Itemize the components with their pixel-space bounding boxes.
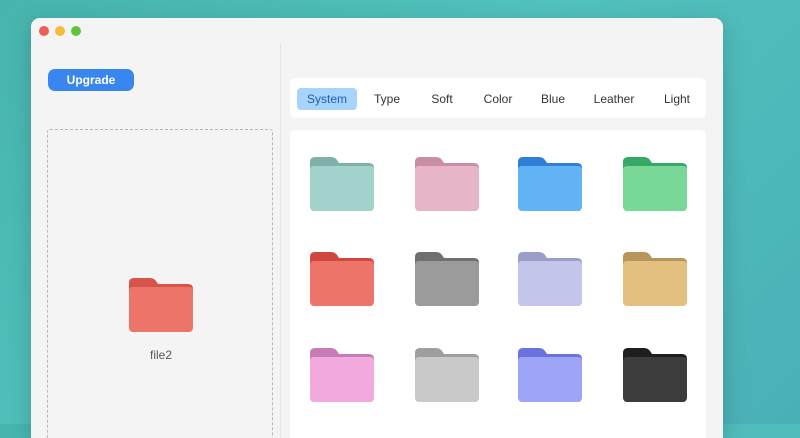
folder-pink-icon[interactable] <box>414 156 480 212</box>
drop-zone[interactable]: file2 <box>47 129 273 438</box>
folder-icon <box>518 157 582 211</box>
upgrade-button[interactable]: Upgrade <box>48 69 134 91</box>
folder-icon <box>310 157 374 211</box>
drop-file-label: file2 <box>149 348 172 362</box>
tab-soft[interactable]: Soft <box>423 88 461 110</box>
folder-icon <box>129 278 193 332</box>
folder-blue-icon[interactable] <box>517 156 583 212</box>
folder-icon <box>623 252 687 306</box>
folder-periwinkle-icon[interactable] <box>517 347 583 403</box>
folder-icon <box>518 252 582 306</box>
folder-red-icon[interactable] <box>309 251 375 307</box>
folder-teal-icon[interactable] <box>309 156 375 212</box>
folder-magenta-icon[interactable] <box>309 347 375 403</box>
folder-icon <box>623 348 687 402</box>
folder-icon <box>415 157 479 211</box>
tab-system[interactable]: System <box>297 88 357 110</box>
sidebar: Upgrade file2 <box>31 43 280 438</box>
folder-silver-icon[interactable] <box>414 347 480 403</box>
tab-blue[interactable]: Blue <box>534 88 572 110</box>
tab-color[interactable]: Color <box>477 88 519 110</box>
tab-leather[interactable]: Leather <box>588 88 640 110</box>
folder-green-icon[interactable] <box>622 156 688 212</box>
folder-black-icon[interactable] <box>622 347 688 403</box>
folder-gray-icon[interactable] <box>414 251 480 307</box>
folder-icon <box>310 252 374 306</box>
close-window-button[interactable] <box>39 26 49 36</box>
drop-file-folder-icon[interactable] <box>128 277 194 333</box>
main-panel: System Type Soft Color Blue Leather Ligh… <box>281 43 723 438</box>
folder-lavender-icon[interactable] <box>517 251 583 307</box>
folder-icon <box>623 157 687 211</box>
style-tab-bar: System Type Soft Color Blue Leather Ligh… <box>290 78 706 118</box>
folder-tan-icon[interactable] <box>622 251 688 307</box>
folder-icon <box>518 348 582 402</box>
app-window: Upgrade file2 System Type Soft Color Blu… <box>31 18 723 438</box>
maximize-window-button[interactable] <box>71 26 81 36</box>
folder-icon <box>415 252 479 306</box>
minimize-window-button[interactable] <box>55 26 65 36</box>
tab-type[interactable]: Type <box>368 88 406 110</box>
folder-style-grid <box>290 130 706 438</box>
folder-icon <box>415 348 479 402</box>
tab-light[interactable]: Light <box>657 88 697 110</box>
title-bar <box>31 18 723 43</box>
folder-icon <box>310 348 374 402</box>
